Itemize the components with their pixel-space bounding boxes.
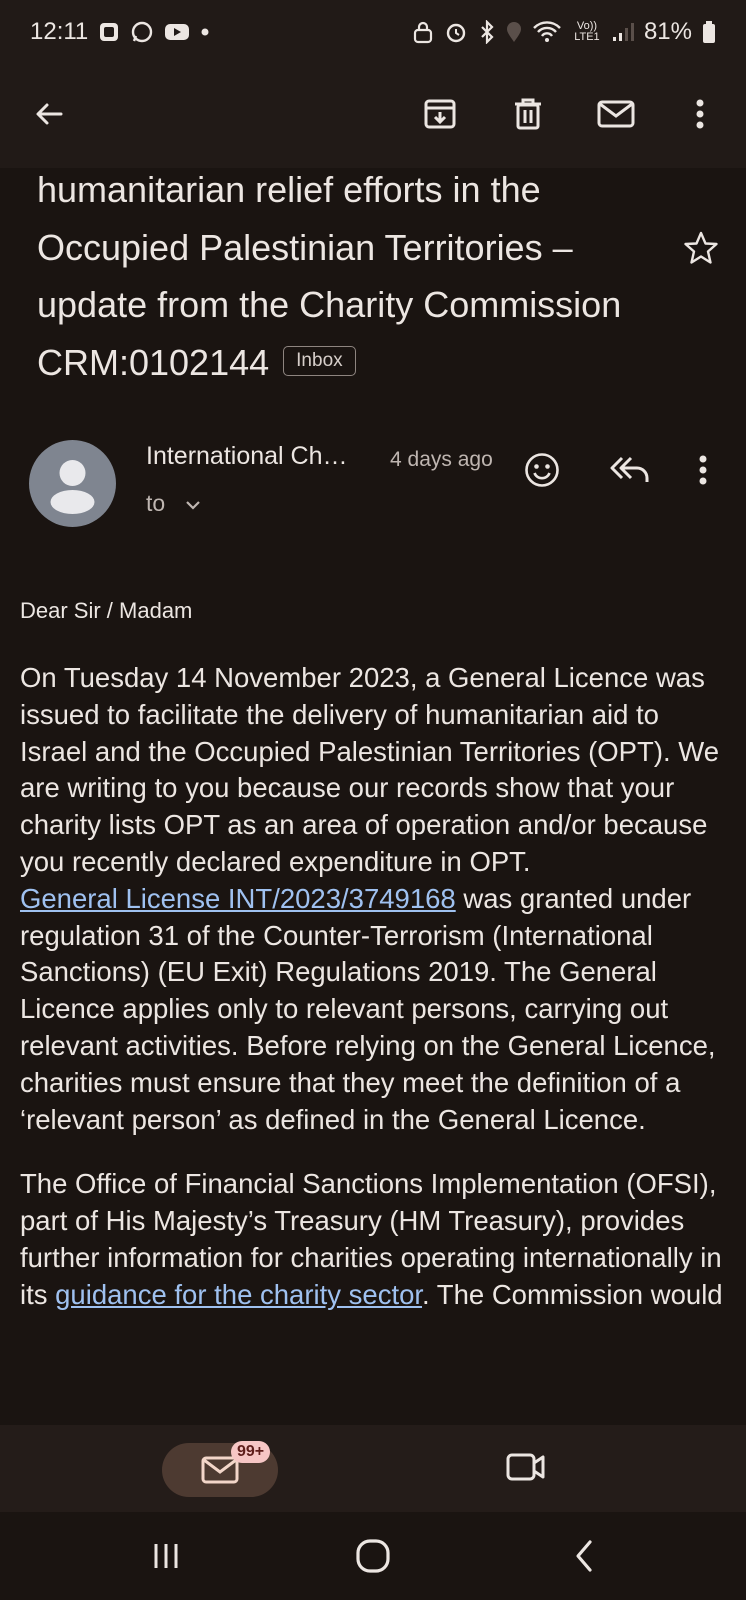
to-label: to [146,490,166,516]
body-paragraph-1: On Tuesday 14 November 2023, a General L… [20,660,730,1138]
youtube-icon [164,22,190,42]
notification-app-icon [98,21,120,43]
wifi-icon [532,20,562,44]
alarm-icon [444,20,468,44]
lock-icon [412,20,434,44]
email-body: Dear Sir / Madam On Tuesday 14 November … [20,598,730,1342]
whatsapp-icon [130,20,154,44]
mail-tab[interactable]: 99+ [162,1441,278,1497]
delete-icon[interactable] [504,90,552,138]
more-vert-icon[interactable] [676,90,724,138]
unread-badge: 99+ [231,1441,271,1463]
meet-video-icon[interactable] [506,1451,546,1483]
recent-apps-icon[interactable] [142,1532,190,1580]
star-icon[interactable] [683,230,719,271]
paragraph-1-text: On Tuesday 14 November 2023, a General L… [20,662,720,877]
home-icon[interactable] [349,1532,397,1580]
emoji-reaction-icon[interactable] [524,452,560,488]
system-nav-bar [0,1512,746,1600]
status-time: 12:11 [30,18,89,45]
sender-avatar[interactable] [29,440,116,527]
mark-unread-icon[interactable] [592,90,640,138]
recipients-toggle[interactable]: to [146,490,201,517]
reply-all-icon[interactable] [609,454,651,486]
status-bar: 12:11 Vo)) LTE1 81% [0,0,746,64]
signal-icon [612,21,634,43]
message-more-icon[interactable] [698,454,708,486]
guidance-link[interactable]: guidance for the charity sector [55,1279,422,1310]
message-date: 4 days ago [390,448,493,471]
body-paragraph-2: The Office of Financial Sanctions Implem… [20,1166,730,1313]
back-nav-icon[interactable] [560,1532,608,1580]
bluetooth-icon [478,20,496,44]
sender-name[interactable]: International Ch… [146,442,348,471]
archive-icon[interactable] [416,90,464,138]
email-subject: humanitarian relief efforts in the Occup… [37,168,637,391]
network-type-label: Vo)) LTE1 [574,20,600,43]
email-content: humanitarian relief efforts in the Occup… [0,168,746,1425]
general-license-link[interactable]: General License INT/2023/3749168 [20,883,456,914]
dot-icon [200,27,210,37]
paragraph-1-text-cont: was granted under regulation 31 of the C… [20,882,716,1135]
bottom-nav-bar: 99+ [0,1425,746,1512]
location-icon [506,21,522,43]
email-toolbar [0,64,746,168]
back-arrow-icon[interactable] [25,90,73,138]
inbox-label-chip[interactable]: Inbox [283,345,356,376]
chevron-down-icon [185,490,201,517]
battery-icon [702,20,716,44]
paragraph-2-text-cont: . The Commission would [422,1278,723,1310]
greeting-text: Dear Sir / Madam [20,598,193,623]
battery-percent: 81% [643,18,692,45]
